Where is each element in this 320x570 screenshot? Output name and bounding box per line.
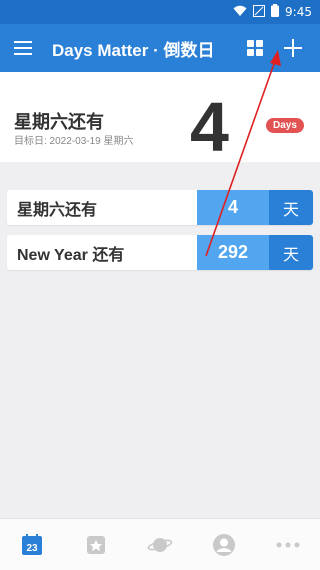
event-unit: 天: [269, 190, 313, 225]
bottom-nav: 23: [0, 518, 320, 570]
planet-icon[interactable]: [140, 525, 180, 565]
signal-icon: [253, 4, 266, 20]
status-bar: 9:45: [0, 0, 320, 24]
menu-icon[interactable]: [14, 36, 38, 60]
more-icon[interactable]: [268, 525, 308, 565]
hero-days-count: 4: [190, 88, 229, 166]
grid-view-icon[interactable]: [240, 33, 270, 63]
calendar-day: 23: [26, 543, 38, 554]
list-item[interactable]: 星期六还有 4 天: [7, 190, 313, 225]
wifi-icon: [233, 5, 247, 20]
battery-icon: [271, 4, 280, 20]
event-count: 4: [197, 190, 269, 225]
app-bar: Days Matter · 倒数日: [0, 24, 320, 72]
list-item[interactable]: New Year 还有 292 天: [7, 235, 313, 270]
event-name: New Year 还有: [17, 246, 125, 264]
event-unit: 天: [269, 235, 313, 270]
status-time: 9:45: [285, 5, 312, 19]
hero-label: 星期六还有: [14, 112, 104, 132]
event-list: 星期六还有 4 天 New Year 还有 292 天: [0, 190, 320, 270]
hero-card[interactable]: 星期六还有 目标日: 2022-03-19 星期六 4 Days: [0, 72, 320, 162]
hero-target-date: 目标日: 2022-03-19 星期六: [14, 136, 134, 147]
app-title: Days Matter · 倒数日: [52, 40, 215, 60]
event-name: 星期六还有: [17, 201, 98, 219]
gallery-icon[interactable]: [76, 525, 116, 565]
calendar-icon[interactable]: 23: [12, 525, 52, 565]
profile-icon[interactable]: [204, 525, 244, 565]
event-count: 292: [197, 235, 269, 270]
add-icon[interactable]: [278, 33, 308, 63]
days-badge: Days: [266, 118, 304, 133]
